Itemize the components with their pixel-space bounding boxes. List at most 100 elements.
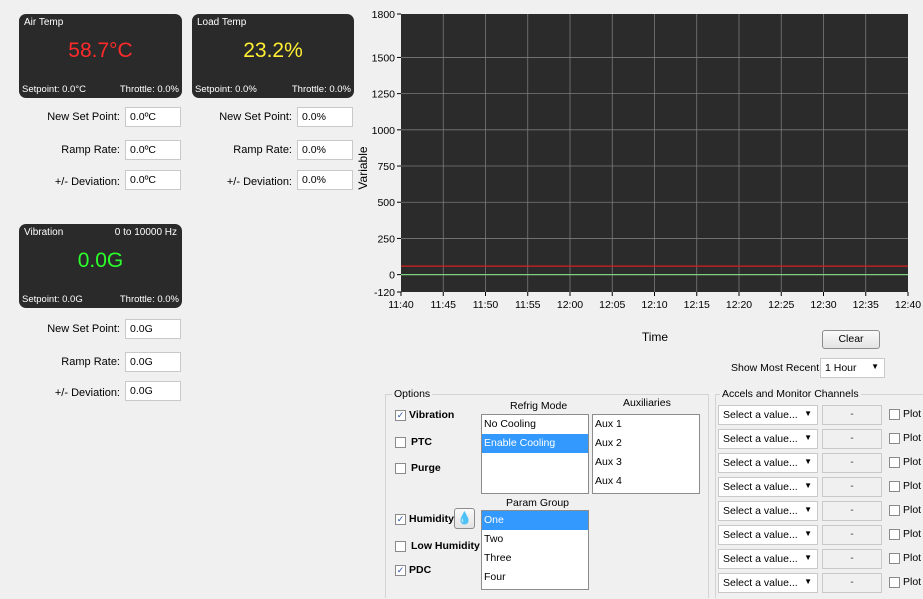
vibration-throttle: Throttle: 0.0% <box>119 294 179 305</box>
vib-deviation-input[interactable]: 0.0G <box>125 381 181 401</box>
accel-channel-select[interactable]: Select a value... ▼ <box>718 501 818 521</box>
chevron-down-icon: ▼ <box>804 577 812 586</box>
options-title: Options <box>392 388 433 400</box>
load-ramp-rate-input[interactable]: 0.0% <box>297 140 353 160</box>
x-axis-label: Time <box>642 330 669 344</box>
load-temp-setpoint: Setpoint: 0.0% <box>195 84 257 95</box>
refrig-mode-title: Refrig Mode <box>510 400 568 412</box>
param-item[interactable]: Two <box>482 530 588 549</box>
refrig-item[interactable]: Enable Cooling <box>482 434 588 453</box>
accel-channel-select[interactable]: Select a value... ▼ <box>718 549 818 569</box>
y-tick-label: 0 <box>389 270 395 282</box>
load-new-set-point-label: New Set Point: <box>219 111 292 123</box>
auxiliaries-list[interactable]: Aux 1 Aux 2 Aux 3 Aux 4 <box>592 414 700 494</box>
plot-checkbox[interactable] <box>889 433 900 444</box>
load-temp-title: Load Temp <box>197 17 247 28</box>
y-tick-label: -120 <box>374 287 395 299</box>
ptc-label: PTC <box>411 436 432 448</box>
y-tick-label: 1250 <box>372 89 396 101</box>
aux-item[interactable]: Aux 4 <box>593 472 699 491</box>
vibration-range: 0 to 10000 Hz <box>114 227 177 238</box>
low-humidity-checkbox[interactable] <box>395 541 406 552</box>
accel-channel-value: - <box>822 549 882 569</box>
plot-checkbox[interactable] <box>889 577 900 588</box>
param-item[interactable]: One <box>482 511 588 530</box>
x-tick-label: 12:05 <box>599 299 625 311</box>
param-group-list[interactable]: One Two Three Four <box>481 510 589 590</box>
x-tick-label: 12:20 <box>726 299 752 311</box>
aux-item[interactable]: Aux 3 <box>593 453 699 472</box>
accels-title: Accels and Monitor Channels <box>720 388 861 400</box>
aux-item[interactable]: Aux 2 <box>593 434 699 453</box>
air-deviation-label: +/- Deviation: <box>54 176 120 188</box>
param-item[interactable]: Four <box>482 568 588 587</box>
show-recent-select[interactable]: 1 Hour ▼ <box>820 358 885 378</box>
air-new-set-point-input[interactable]: 0.0ºC <box>125 107 181 127</box>
load-ramp-rate-label: Ramp Rate: <box>233 144 292 156</box>
accel-select-value: Select a value... <box>723 529 798 541</box>
vib-ramp-rate-input[interactable]: 0.0G <box>125 352 181 372</box>
purge-checkbox[interactable] <box>395 463 406 474</box>
clear-button[interactable]: Clear <box>822 330 880 349</box>
air-temp-throttle: Throttle: 0.0% <box>119 84 179 95</box>
chevron-down-icon: ▼ <box>871 362 879 371</box>
trend-chart: 18001500125010007505002500-120 11:40 11:4… <box>356 9 921 344</box>
x-tick-label: 12:35 <box>853 299 879 311</box>
accel-channel-select[interactable]: Select a value... ▼ <box>718 405 818 425</box>
plot-label: Plot <box>903 432 922 444</box>
chevron-down-icon: ▼ <box>804 553 812 562</box>
refrig-item[interactable]: No Cooling <box>482 415 588 434</box>
plot-checkbox[interactable] <box>889 553 900 564</box>
accel-select-value: Select a value... <box>723 481 798 493</box>
x-tick-label: 11:55 <box>515 299 541 311</box>
vibration-setpoint: Setpoint: 0.0G <box>22 294 83 305</box>
chevron-down-icon: ▼ <box>804 409 812 418</box>
load-new-set-point-input[interactable]: 0.0% <box>297 107 353 127</box>
humidity-checkbox[interactable]: ✓ <box>395 514 406 525</box>
humidity-drop-button[interactable]: 💧 <box>454 508 475 529</box>
accel-select-value: Select a value... <box>723 553 798 565</box>
chevron-down-icon: ▼ <box>804 433 812 442</box>
ptc-checkbox[interactable] <box>395 437 406 448</box>
plot-checkbox[interactable] <box>889 457 900 468</box>
y-tick-label: 750 <box>377 161 395 173</box>
humidity-label: Humidity <box>409 513 454 525</box>
aux-item[interactable]: Aux 1 <box>593 415 699 434</box>
vibration-title: Vibration <box>24 227 64 238</box>
pdc-label: PDC <box>409 564 432 576</box>
plot-checkbox[interactable] <box>889 529 900 540</box>
x-tick-label: 12:30 <box>810 299 836 311</box>
vibration-checkbox[interactable]: ✓ <box>395 410 406 421</box>
plot-label: Plot <box>903 408 922 420</box>
param-group-title: Param Group <box>506 497 570 509</box>
accel-channel-select[interactable]: Select a value... ▼ <box>718 429 818 449</box>
x-tick-labels: 11:40 11:45 11:50 11:55 12:00 12:05 12:10 12:15… <box>388 292 921 311</box>
vibration-panel: Vibration 0 to 10000 Hz 0.0G Setpoint: 0… <box>19 224 182 308</box>
accel-channel-value: - <box>822 405 882 425</box>
show-recent-label: Show Most Recent: <box>731 362 823 374</box>
refrig-mode-list[interactable]: No Cooling Enable Cooling <box>481 414 589 494</box>
accel-channel-select[interactable]: Select a value... ▼ <box>718 477 818 497</box>
vib-new-set-point-input[interactable]: 0.0G <box>125 319 181 339</box>
pdc-checkbox[interactable]: ✓ <box>395 565 406 576</box>
load-deviation-input[interactable]: 0.0% <box>297 170 353 190</box>
plot-checkbox[interactable] <box>889 409 900 420</box>
water-drop-icon: 💧 <box>457 511 472 525</box>
accel-channel-select[interactable]: Select a value... ▼ <box>718 573 818 593</box>
vib-deviation-label: +/- Deviation: <box>54 387 120 399</box>
chevron-down-icon: ▼ <box>804 505 812 514</box>
air-deviation-input[interactable]: 0.0ºC <box>125 170 181 190</box>
accel-channel-select[interactable]: Select a value... ▼ <box>718 525 818 545</box>
plot-label: Plot <box>903 552 922 564</box>
accel-channel-select[interactable]: Select a value... ▼ <box>718 453 818 473</box>
load-temp-value: 23.2% <box>243 39 303 62</box>
plot-label: Plot <box>903 576 922 588</box>
y-tick-labels: 1800 1500 1250 1000 750 500 250 0 -120 <box>372 9 401 299</box>
param-item[interactable]: Three <box>482 549 588 568</box>
chevron-down-icon: ▼ <box>804 529 812 538</box>
plot-checkbox[interactable] <box>889 505 900 516</box>
chevron-down-icon: ▼ <box>804 481 812 490</box>
y-tick-label: 1000 <box>372 125 396 137</box>
air-ramp-rate-input[interactable]: 0.0ºC <box>125 140 181 160</box>
plot-checkbox[interactable] <box>889 481 900 492</box>
